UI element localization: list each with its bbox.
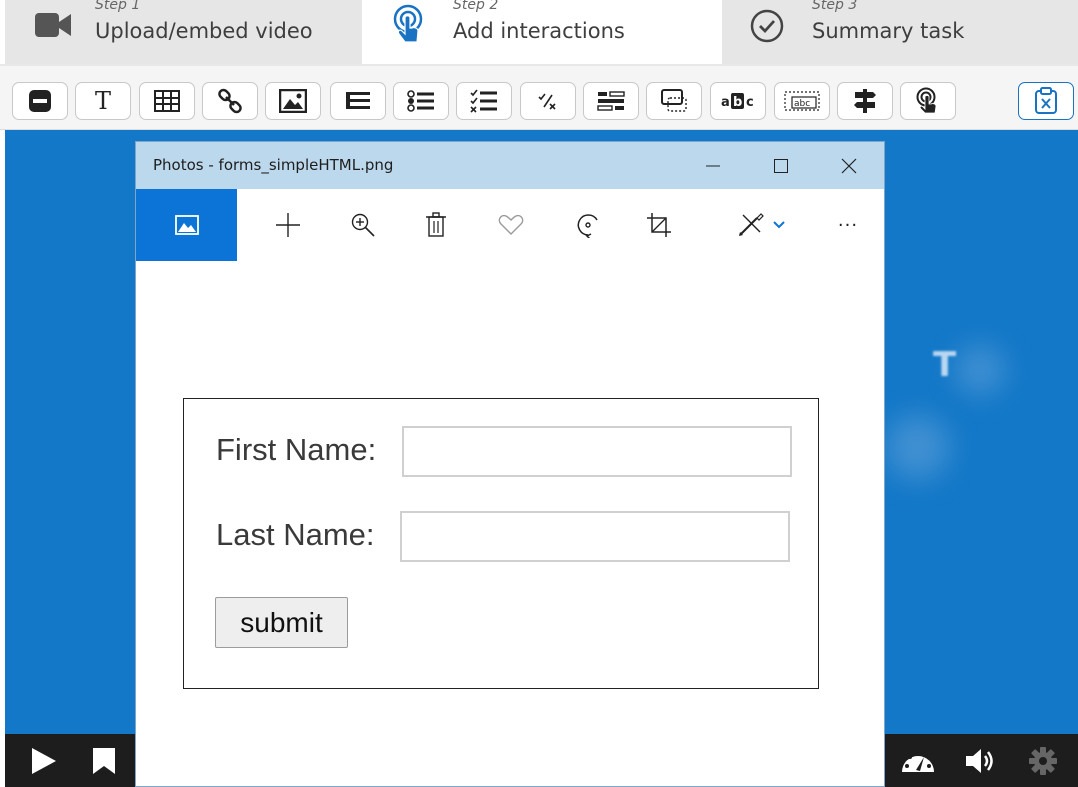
photos-window-title: Photos - forms_simpleHTML.png bbox=[153, 156, 394, 174]
bookmark-icon[interactable] bbox=[92, 747, 116, 775]
fill-blanks-icon: abc bbox=[784, 91, 820, 111]
mark-words-icon: a b c bbox=[721, 93, 754, 110]
table-icon bbox=[154, 90, 180, 112]
rotate-icon bbox=[577, 214, 598, 238]
paste-button[interactable] bbox=[1018, 82, 1074, 120]
label-button[interactable] bbox=[12, 82, 68, 120]
first-name-label: First Name: bbox=[216, 432, 377, 467]
zoom-button[interactable] bbox=[341, 189, 385, 261]
settings-gear-icon[interactable] bbox=[1029, 747, 1057, 775]
mark-words-letter-b: b bbox=[733, 95, 742, 110]
drag-drop-button[interactable] bbox=[583, 82, 639, 120]
step-3-tab[interactable]: Step 3 Summary task bbox=[722, 0, 1078, 64]
interactions-toolbar: T a b c abc bbox=[0, 64, 1078, 130]
multiple-choice-icon bbox=[470, 89, 497, 113]
image-button[interactable] bbox=[265, 82, 321, 120]
volume-icon[interactable] bbox=[965, 747, 999, 775]
edit-pencil-icon bbox=[739, 213, 764, 236]
step-2-title: Add interactions bbox=[453, 19, 625, 43]
hotspot-drag-icon bbox=[661, 89, 687, 112]
tap-pointer-icon bbox=[393, 4, 423, 43]
crop-icon bbox=[647, 213, 671, 237]
step-navigation: Step 1 Upload/embed video Step 2 Add int… bbox=[0, 0, 1078, 64]
trash-icon bbox=[426, 212, 446, 237]
true-false-button[interactable] bbox=[520, 82, 576, 120]
step-3-number: Step 3 bbox=[812, 0, 858, 13]
image-icon bbox=[279, 89, 307, 113]
maximize-icon bbox=[774, 158, 788, 173]
step-3-title: Summary task bbox=[812, 19, 965, 43]
photo-view-button[interactable] bbox=[136, 189, 237, 261]
find-hotspot-icon bbox=[916, 87, 937, 114]
photos-toolbar: ··· bbox=[136, 189, 884, 261]
drag-drop-icon bbox=[597, 91, 625, 111]
statements-button[interactable] bbox=[330, 82, 386, 120]
close-button[interactable] bbox=[815, 142, 883, 189]
step-1-title: Upload/embed video bbox=[95, 19, 313, 43]
label-icon bbox=[29, 90, 51, 112]
video-camera-icon bbox=[35, 13, 71, 37]
mark-words-button[interactable]: a b c bbox=[710, 82, 766, 120]
last-name-field[interactable] bbox=[400, 511, 790, 562]
navigation-hotspot-icon bbox=[854, 89, 876, 113]
more-options-button[interactable]: ··· bbox=[826, 189, 870, 261]
play-icon[interactable] bbox=[30, 747, 58, 775]
multiple-choice-button[interactable] bbox=[456, 82, 512, 120]
step-2-number: Step 2 bbox=[453, 0, 499, 13]
mark-words-letter-c: c bbox=[746, 95, 754, 110]
photos-titlebar: Photos - forms_simpleHTML.png bbox=[136, 142, 884, 189]
link-button[interactable] bbox=[202, 82, 258, 120]
rotate-button[interactable] bbox=[566, 189, 610, 261]
text-button[interactable]: T bbox=[75, 82, 131, 120]
delete-button[interactable] bbox=[414, 189, 458, 261]
step-2-tab[interactable]: Step 2 Add interactions bbox=[362, 0, 722, 64]
paste-icon bbox=[1035, 87, 1057, 114]
first-name-field[interactable] bbox=[402, 426, 792, 477]
crop-button[interactable] bbox=[637, 189, 681, 261]
zoom-in-icon bbox=[351, 213, 375, 237]
single-choice-icon bbox=[407, 90, 434, 112]
close-icon bbox=[841, 158, 857, 173]
chevron-down-icon bbox=[773, 221, 785, 229]
table-button[interactable] bbox=[139, 82, 195, 120]
submit-button[interactable]: submit bbox=[215, 597, 348, 648]
speed-gauge-icon[interactable] bbox=[900, 746, 936, 776]
fill-blanks-button[interactable]: abc bbox=[774, 82, 830, 120]
drag-text-button[interactable] bbox=[646, 82, 702, 120]
navigation-hotspot-button[interactable] bbox=[837, 82, 893, 120]
plus-icon bbox=[276, 213, 300, 237]
text-icon: T bbox=[94, 87, 111, 115]
last-name-label: Last Name: bbox=[216, 517, 375, 552]
true-false-icon bbox=[538, 93, 556, 110]
find-hotspot-button[interactable] bbox=[900, 82, 956, 120]
single-choice-button[interactable] bbox=[393, 82, 449, 120]
maximize-button[interactable] bbox=[747, 142, 815, 189]
background-glow bbox=[885, 415, 950, 480]
heart-icon bbox=[498, 214, 524, 235]
step-1-number: Step 1 bbox=[95, 0, 141, 13]
edit-draw-button[interactable] bbox=[728, 189, 794, 261]
background-letter: T bbox=[933, 345, 957, 385]
photo-icon bbox=[174, 215, 199, 235]
photos-window: Photos - forms_simpleHTML.png ··· First … bbox=[135, 141, 885, 787]
minimize-button[interactable] bbox=[679, 142, 747, 189]
minimize-icon bbox=[706, 165, 720, 166]
step-1-tab[interactable]: Step 1 Upload/embed video bbox=[5, 0, 362, 64]
more-icon: ··· bbox=[837, 214, 859, 236]
background-glow bbox=[955, 345, 1005, 395]
fill-blanks-text: abc bbox=[794, 99, 810, 109]
favorite-button[interactable] bbox=[489, 189, 533, 261]
mark-words-letter-a: a bbox=[721, 95, 730, 110]
form-preview: First Name: Last Name: submit bbox=[183, 398, 819, 689]
add-button[interactable] bbox=[266, 189, 310, 261]
statements-icon bbox=[346, 92, 370, 109]
link-icon bbox=[218, 88, 242, 114]
check-circle-icon bbox=[750, 9, 784, 43]
